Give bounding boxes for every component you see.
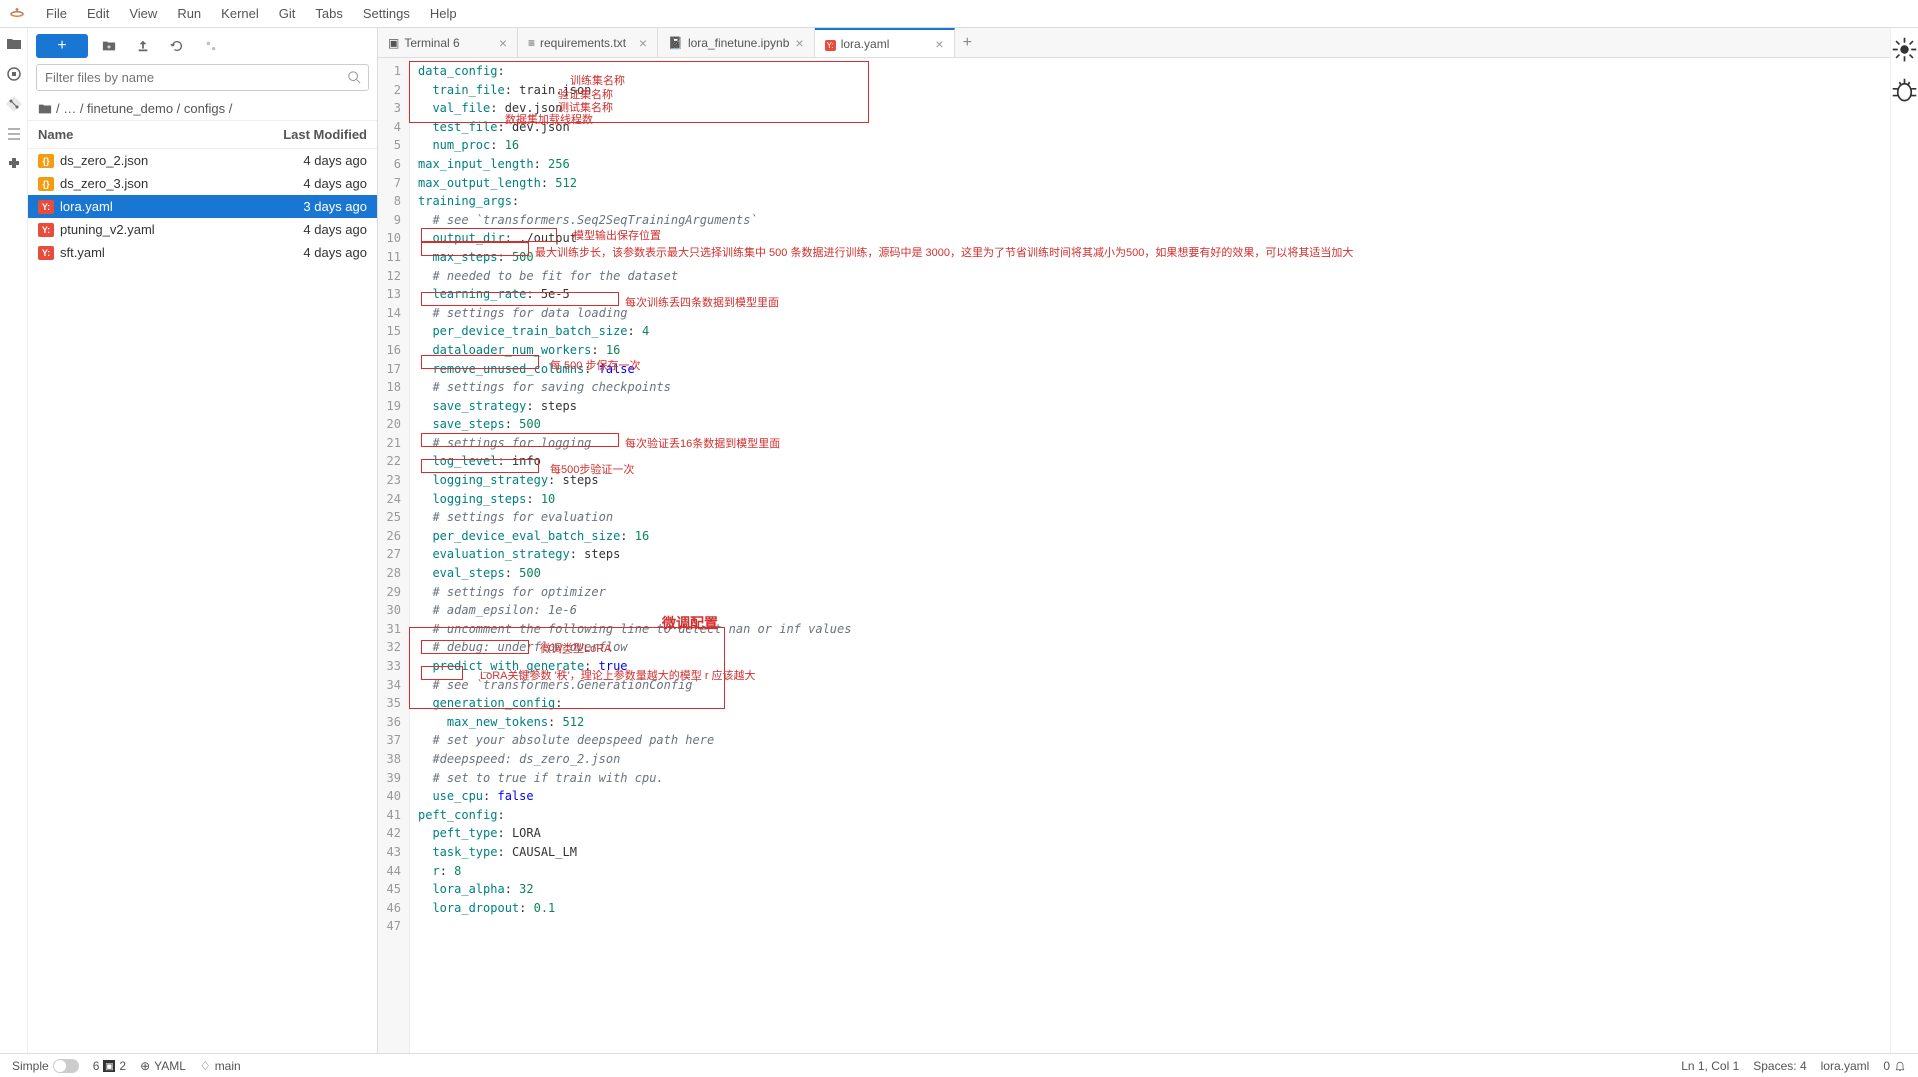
new-folder-icon[interactable]: [102, 39, 116, 53]
file-browser: + / … / finetune_demo / configs / Name L…: [28, 28, 378, 1053]
left-activity-bar: [0, 28, 28, 1053]
annotation: LoRA关键参数 '秩'，理论上参数量越大的模型 r 应该越大: [480, 668, 756, 685]
spaces-indicator[interactable]: Spaces: 4: [1753, 1059, 1806, 1073]
file-modified: 4 days ago: [303, 245, 367, 260]
tab-icon: 📓: [668, 36, 683, 50]
menu-file[interactable]: File: [36, 2, 77, 25]
property-inspector-icon[interactable]: [1891, 36, 1918, 63]
status-bar: Simple 6▣2 ⊕ YAML ♢ main Ln 1, Col 1 Spa…: [0, 1053, 1918, 1077]
simple-mode-toggle[interactable]: Simple: [12, 1059, 79, 1073]
filetype-badge: Y:: [38, 200, 54, 214]
upload-icon[interactable]: [136, 39, 150, 53]
tab-icon: ▣: [388, 36, 399, 50]
tab-icon: ≡: [528, 36, 535, 50]
menu-view[interactable]: View: [119, 2, 167, 25]
toc-icon[interactable]: [6, 126, 22, 142]
file-modified: 4 days ago: [303, 153, 367, 168]
col-modified[interactable]: Last Modified: [283, 127, 367, 142]
filetype-badge: {}: [38, 154, 54, 168]
tab-label: Terminal 6: [404, 36, 459, 50]
annotation: 数据集加载线程数: [505, 112, 593, 129]
menu-help[interactable]: Help: [420, 2, 467, 25]
close-icon[interactable]: ×: [935, 36, 943, 52]
file-modified: 3 days ago: [303, 199, 367, 214]
tab-label: lora.yaml: [841, 37, 890, 51]
menu-kernel[interactable]: Kernel: [211, 2, 269, 25]
annotation: 每次训练丢四条数据到模型里面: [625, 295, 779, 312]
filetype-badge: Y:: [38, 246, 54, 260]
kernel-icon: ▣: [103, 1060, 115, 1072]
file-row[interactable]: {} ds_zero_2.json 4 days ago: [28, 149, 377, 172]
git-icon[interactable]: [6, 96, 22, 112]
bell-icon: [1894, 1060, 1906, 1072]
file-modified: 4 days ago: [303, 222, 367, 237]
close-icon[interactable]: ×: [639, 35, 647, 51]
annotation: 每 500 步保存一次: [550, 358, 640, 375]
menu-tabs[interactable]: Tabs: [305, 2, 352, 25]
annotation: 最大训练步长，该参数表示最大只选择训练集中 500 条数据进行训练，源码中是 3…: [535, 245, 1353, 262]
refresh-icon[interactable]: [170, 39, 184, 53]
filter-files-input[interactable]: [36, 64, 369, 91]
col-name[interactable]: Name: [38, 127, 73, 142]
tab[interactable]: ▣ Terminal 6 ×: [378, 28, 518, 57]
jupyter-logo-icon: [8, 5, 26, 23]
file-name: ds_zero_2.json: [60, 153, 148, 168]
file-name: ptuning_v2.yaml: [60, 222, 155, 237]
tab[interactable]: Y: lora.yaml ×: [815, 28, 955, 57]
tab-icon: Y:: [825, 37, 836, 51]
kernel-count[interactable]: 6▣2: [93, 1059, 126, 1073]
filetype-badge: {}: [38, 177, 54, 191]
file-name: lora.yaml: [60, 199, 113, 214]
cursor-position[interactable]: Ln 1, Col 1: [1681, 1059, 1739, 1073]
file-indicator: lora.yaml: [1821, 1059, 1870, 1073]
filetype-badge: Y:: [38, 223, 54, 237]
menu-edit[interactable]: Edit: [77, 2, 119, 25]
annotation: 微调配置: [662, 613, 718, 635]
add-tab-button[interactable]: +: [955, 34, 980, 52]
file-name: ds_zero_3.json: [60, 176, 148, 191]
annotation: 模型输出保存位置: [573, 228, 661, 245]
search-icon: [347, 70, 361, 84]
tab[interactable]: ≡ requirements.txt ×: [518, 28, 658, 57]
folder-icon[interactable]: [6, 36, 22, 52]
annotation: 每次验证丢16条数据到模型里面: [625, 436, 780, 453]
running-icon[interactable]: [6, 66, 22, 82]
lang-status[interactable]: ⊕ YAML: [140, 1059, 186, 1073]
code-editor[interactable]: 1234567891011121314151617181920212223242…: [378, 58, 1890, 1053]
menu-git[interactable]: Git: [269, 2, 306, 25]
breadcrumb[interactable]: / … / finetune_demo / configs /: [28, 97, 377, 120]
right-activity-bar: [1890, 28, 1918, 1053]
file-name: sft.yaml: [60, 245, 105, 260]
git-toggle-icon[interactable]: [204, 39, 218, 53]
file-row[interactable]: Y: lora.yaml 3 days ago: [28, 195, 377, 218]
new-launcher-button[interactable]: +: [36, 34, 88, 58]
menu-run[interactable]: Run: [167, 2, 211, 25]
close-icon[interactable]: ×: [795, 35, 803, 51]
menu-settings[interactable]: Settings: [353, 2, 420, 25]
folder-icon: [38, 102, 52, 116]
file-row[interactable]: Y: ptuning_v2.yaml 4 days ago: [28, 218, 377, 241]
tab-label: lora_finetune.ipynb: [688, 36, 789, 50]
tab-bar: ▣ Terminal 6 × ≡ requirements.txt × 📓 lora_fine…: [378, 28, 1890, 58]
annotation: 微调类型LoRA: [540, 641, 612, 658]
file-row[interactable]: Y: sft.yaml 4 days ago: [28, 241, 377, 264]
debugger-icon[interactable]: [1891, 77, 1918, 104]
extensions-icon[interactable]: [6, 156, 22, 172]
file-row[interactable]: {} ds_zero_3.json 4 days ago: [28, 172, 377, 195]
git-branch[interactable]: ♢ main: [200, 1059, 241, 1073]
menubar: FileEditViewRunKernelGitTabsSettingsHelp: [0, 0, 1918, 28]
close-icon[interactable]: ×: [499, 35, 507, 51]
tab-label: requirements.txt: [540, 36, 626, 50]
file-modified: 4 days ago: [303, 176, 367, 191]
error-count[interactable]: 0: [1883, 1059, 1906, 1073]
tab[interactable]: 📓 lora_finetune.ipynb ×: [658, 28, 815, 57]
annotation: 每500步验证一次: [550, 462, 634, 479]
